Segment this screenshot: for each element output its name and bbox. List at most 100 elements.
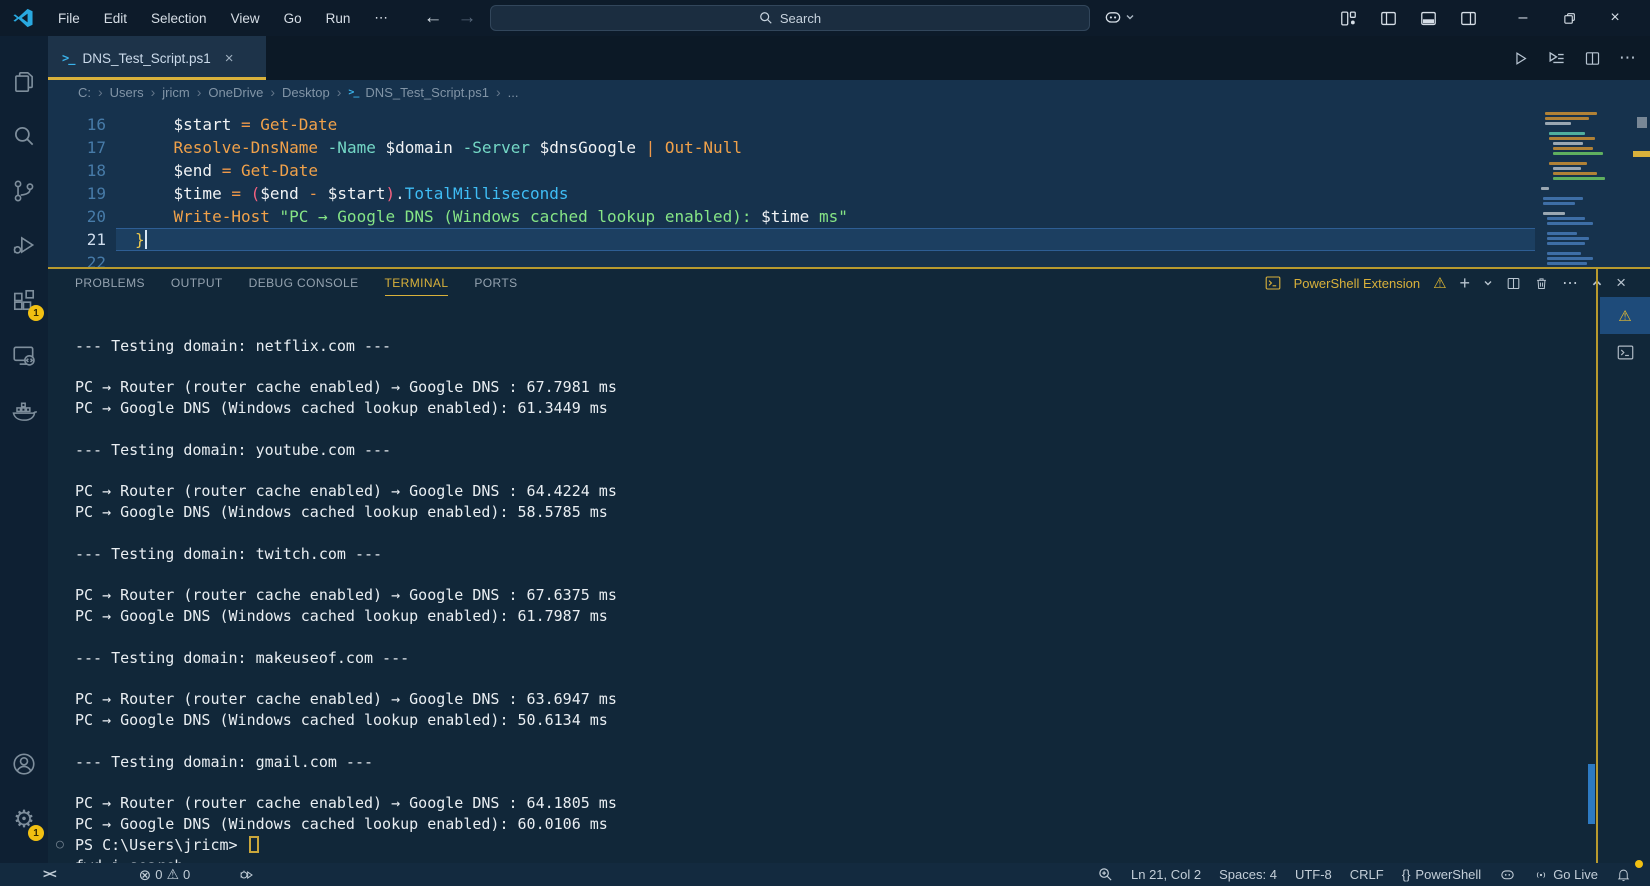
indentation[interactable]: Spaces: 4 — [1210, 863, 1286, 886]
copilot-menu-button[interactable] — [1103, 7, 1135, 27]
sidebar-item-source-control[interactable] — [0, 167, 48, 215]
minimize-button[interactable]: – — [1500, 0, 1546, 36]
sidebar-item-remote-explorer[interactable] — [0, 332, 48, 380]
panel-tab-problems[interactable]: PROBLEMS — [75, 272, 145, 294]
minimap-line — [1545, 112, 1597, 115]
debug-status-button[interactable] — [229, 863, 263, 886]
go-live-button[interactable]: Go Live — [1525, 863, 1607, 886]
tab-dns-test-script[interactable]: >_ DNS_Test_Script.ps1 × — [48, 36, 266, 80]
terminal-line: PC → Google DNS (Windows cached lookup e… — [48, 502, 1598, 523]
terminal[interactable]: --- Testing domain: netflix.com ---PC → … — [48, 297, 1598, 863]
minimap-line — [1549, 137, 1595, 140]
panel-tab-ports[interactable]: PORTS — [474, 272, 517, 294]
run-debug-icon — [11, 232, 37, 258]
menu-file[interactable]: File — [46, 0, 92, 36]
sidebar-item-docker[interactable] — [0, 388, 48, 436]
code-line: 17 Resolve-DnsName -Name $domain -Server… — [48, 136, 1650, 159]
terminal-tab-powershell[interactable] — [1600, 334, 1650, 371]
terminal-tab-powershell-extension[interactable]: ⚠ — [1600, 297, 1650, 334]
breadcrumb-item[interactable]: C: — [78, 85, 91, 100]
terminal-line — [48, 773, 1598, 794]
breadcrumb-file[interactable]: DNS_Test_Script.ps1 — [365, 85, 489, 100]
code-line: 18 $end = Get-Date — [48, 159, 1650, 182]
minimap-line — [1553, 172, 1597, 175]
terminal-profile-label[interactable]: PowerShell Extension — [1294, 276, 1420, 291]
more-actions-icon[interactable]: ⋯ — [1619, 48, 1636, 68]
toggle-panel-button[interactable] — [1413, 3, 1443, 33]
customize-layout-button[interactable] — [1333, 3, 1363, 33]
terminal-scrollbar[interactable] — [1588, 764, 1595, 824]
menu-go[interactable]: Go — [272, 0, 314, 36]
breadcrumb-tail[interactable]: ... — [508, 85, 519, 100]
code-editor[interactable]: 16 $start = Get-Date17 Resolve-DnsName -… — [48, 104, 1650, 267]
new-terminal-button[interactable]: + — [1460, 273, 1471, 294]
terminal-tabs-list: ⚠ — [1600, 297, 1650, 863]
panel-tab-debug-console[interactable]: DEBUG CONSOLE — [249, 272, 359, 294]
terminal-line: PC → Router (router cache enabled) → Goo… — [48, 585, 1598, 606]
nav-back-icon[interactable]: ← — [418, 0, 448, 36]
eol-sequence[interactable]: CRLF — [1341, 863, 1393, 886]
breadcrumb-item[interactable]: Desktop — [282, 85, 330, 100]
minimap[interactable] — [1537, 112, 1613, 267]
minimap-line — [1547, 217, 1585, 220]
sidebar-item-extensions[interactable]: 1 — [0, 276, 48, 324]
terminal-warning-icon[interactable]: ⚠ — [1433, 274, 1446, 292]
sidebar-item-explorer[interactable] — [0, 58, 48, 106]
close-window-button[interactable]: × — [1592, 0, 1638, 36]
code-line: 19 $time = ($end - $start).TotalMillisec… — [48, 182, 1650, 205]
command-decoration-icon[interactable]: ○ — [56, 835, 64, 856]
run-file-button[interactable] — [1512, 50, 1529, 67]
menu-run[interactable]: Run — [314, 0, 363, 36]
problems-status[interactable]: ⊗ 0 ⚠ 0 — [130, 863, 200, 886]
minimap-line — [1537, 127, 1613, 130]
menu-more-icon[interactable]: ⋯ — [362, 0, 400, 36]
error-icon: ⊗ — [139, 866, 152, 884]
terminal-line: PC → Google DNS (Windows cached lookup e… — [48, 398, 1598, 419]
toggle-sidebar-button[interactable] — [1373, 3, 1403, 33]
split-terminal-button[interactable] — [1506, 276, 1521, 291]
menu-selection[interactable]: Selection — [139, 0, 219, 36]
copilot-icon — [1103, 7, 1123, 27]
close-panel-icon[interactable]: × — [1616, 273, 1626, 293]
code-line-text: Resolve-DnsName -Name $domain -Server $d… — [106, 136, 742, 159]
split-editor-button[interactable] — [1584, 50, 1601, 67]
minimap-line — [1547, 262, 1587, 265]
accounts-button[interactable] — [0, 740, 48, 788]
restore-button[interactable] — [1546, 0, 1592, 36]
tab-close-icon[interactable]: × — [225, 50, 234, 67]
screencast-zoom-button[interactable] — [1089, 863, 1122, 886]
language-mode[interactable]: {} PowerShell — [1393, 863, 1490, 886]
nav-forward-icon[interactable]: → — [452, 0, 482, 36]
panel-tab-output[interactable]: OUTPUT — [171, 272, 223, 294]
sidebar-item-run-debug[interactable] — [0, 221, 48, 269]
breadcrumb-item[interactable]: OneDrive — [208, 85, 263, 100]
breadcrumb-item[interactable]: jricm — [162, 85, 189, 100]
search-icon — [11, 123, 37, 149]
warning-icon: ⚠ — [166, 866, 179, 883]
encoding[interactable]: UTF-8 — [1286, 863, 1341, 886]
settings-badge: 1 — [28, 825, 44, 841]
breadcrumb-separator: › — [197, 84, 202, 100]
panel-tab-terminal[interactable]: TERMINAL — [385, 272, 449, 294]
code-line-text: $start = Get-Date — [106, 113, 337, 136]
copilot-status-button[interactable] — [1490, 863, 1525, 886]
minimap-line — [1547, 222, 1593, 225]
panel-more-actions-icon[interactable]: ⋯ — [1562, 273, 1578, 293]
kill-terminal-button[interactable] — [1534, 276, 1549, 291]
menu-view[interactable]: View — [219, 0, 272, 36]
run-or-debug-button[interactable] — [1547, 49, 1566, 68]
menu-edit[interactable]: Edit — [92, 0, 139, 36]
remote-indicator[interactable]: >< — [34, 863, 64, 886]
search-input[interactable]: Search — [490, 5, 1090, 31]
notifications-button[interactable] — [1607, 863, 1640, 886]
sidebar-item-search[interactable] — [0, 112, 48, 160]
minimap-line — [1549, 132, 1585, 135]
toggle-secondary-sidebar-button[interactable] — [1453, 3, 1483, 33]
settings-button[interactable]: ⚙ 1 — [0, 796, 48, 844]
minimap-line — [1553, 167, 1581, 170]
minimap-line — [1543, 197, 1583, 200]
breadcrumb-item[interactable]: Users — [110, 85, 144, 100]
minimap-line — [1537, 247, 1613, 250]
terminal-profile-dropdown-icon[interactable] — [1483, 278, 1493, 288]
cursor-position[interactable]: Ln 21, Col 2 — [1122, 863, 1210, 886]
